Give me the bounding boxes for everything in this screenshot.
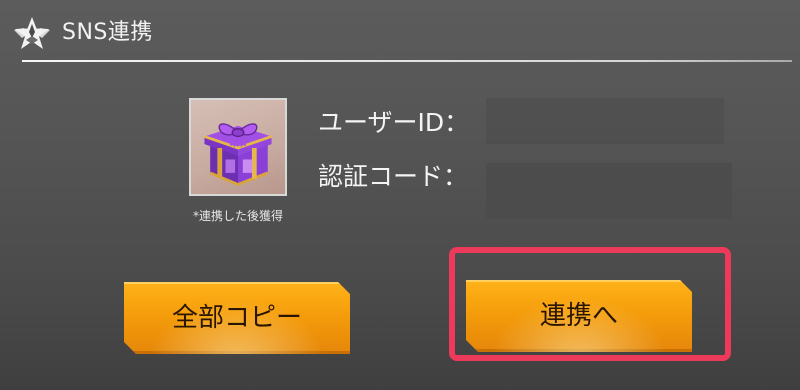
link-button-label: 連携へ — [539, 301, 618, 331]
auth-code-label: 認証コード： — [318, 162, 469, 191]
gift-box-icon — [189, 98, 287, 196]
title-divider — [22, 60, 792, 62]
title-bar: SNS連携 — [0, 0, 800, 64]
dialog-title: SNS連携 — [62, 20, 153, 45]
link-button[interactable]: 連携へ — [466, 280, 692, 352]
user-id-value — [486, 98, 724, 144]
reward-note: *連携した後獲得 — [192, 209, 283, 223]
user-id-label: ユーザーID： — [318, 108, 470, 137]
copy-all-button[interactable]: 全部コピー — [124, 282, 350, 354]
sns-link-dialog: SNS連携 *連携した後獲得 ユーザーID： 認証コード： 全部コピー 連携へ — [0, 0, 800, 390]
star-emblem-icon — [12, 14, 52, 54]
copy-all-button-label: 全部コピー — [171, 303, 302, 333]
auth-code-value — [486, 163, 732, 219]
